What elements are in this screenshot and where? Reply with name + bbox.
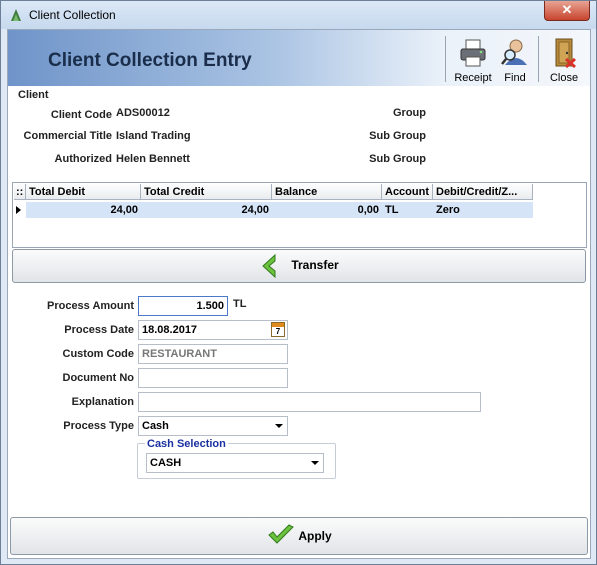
grid-cell-dcz[interactable]: Zero xyxy=(433,202,533,218)
printer-icon xyxy=(460,39,486,67)
find-button[interactable]: Find xyxy=(498,34,532,84)
calendar-icon[interactable]: 7 xyxy=(271,322,285,337)
receipt-button[interactable]: Receipt xyxy=(448,34,498,84)
commercial-title-label: Commercial Title xyxy=(23,130,112,142)
receipt-label: Receipt xyxy=(454,72,492,84)
commercial-title-value: Island Trading xyxy=(116,130,191,142)
exit-door-icon xyxy=(555,38,576,69)
header-banner: Client Collection Entry Receipt Find Clo… xyxy=(8,30,590,86)
process-date-value: 18.08.2017 xyxy=(142,324,198,336)
document-no-label: Document No xyxy=(62,372,135,384)
window-title: Client Collection xyxy=(29,8,116,22)
close-label: Close xyxy=(549,72,579,84)
column-header[interactable]: Total Debit xyxy=(26,184,141,200)
group-label: Group xyxy=(393,107,426,119)
process-date-input[interactable]: 18.08.2017 7 xyxy=(138,320,288,340)
client-collection-window: Client Collection ✕ Client Collection En… xyxy=(0,0,597,565)
column-header[interactable]: Balance xyxy=(272,184,382,200)
row-indicator-icon xyxy=(16,206,21,214)
chevron-down-icon xyxy=(275,424,283,428)
grid-cell-account[interactable]: TL xyxy=(382,202,433,218)
explanation-label: Explanation xyxy=(71,396,134,408)
apply-label: Apply xyxy=(298,529,332,543)
process-type-select[interactable]: Cash xyxy=(138,416,288,436)
sub-group-label: Sub Group xyxy=(369,153,426,165)
custom-code-input[interactable]: RESTAURANT xyxy=(138,344,288,364)
grid-corner: :: xyxy=(14,184,26,200)
transfer-label: Transfer xyxy=(291,258,339,272)
balance-grid[interactable]: :: Total Debit Total Credit Balance Acco… xyxy=(12,182,587,248)
process-type-value: Cash xyxy=(142,420,169,432)
authorized-label: Authorized xyxy=(54,153,112,165)
explanation-input[interactable] xyxy=(138,392,481,412)
toolbar-separator xyxy=(445,36,446,82)
process-date-label: Process Date xyxy=(64,324,134,336)
transfer-arrow-icon xyxy=(262,253,276,279)
document-no-input[interactable] xyxy=(138,368,288,388)
custom-code-label: Custom Code xyxy=(62,348,135,360)
grid-cell-balance[interactable]: 0,00 xyxy=(272,202,382,218)
column-header[interactable]: Total Credit xyxy=(141,184,272,200)
find-user-icon xyxy=(501,39,527,65)
currency-label: TL xyxy=(233,298,247,310)
grid-cell-total-debit[interactable]: 24,00 xyxy=(26,202,141,218)
form-body: Client Collection Entry Receipt Find Clo… xyxy=(7,29,591,559)
cash-selection-select[interactable]: CASH xyxy=(146,453,324,473)
toolbar-separator xyxy=(538,36,539,82)
checkmark-icon xyxy=(268,524,294,544)
authorized-value: Helen Bennett xyxy=(116,153,190,165)
cash-selection-value: CASH xyxy=(150,457,182,469)
client-code-value: ADS00012 xyxy=(116,107,170,119)
chevron-down-icon xyxy=(311,461,319,465)
window-close-button[interactable]: ✕ xyxy=(544,1,590,21)
sub-group-label: Sub Group xyxy=(369,130,426,142)
transfer-button[interactable]: Transfer xyxy=(12,249,586,283)
title-bar: Client Collection ✕ xyxy=(1,1,596,29)
client-section-label: Client xyxy=(18,89,49,101)
column-header[interactable]: Debit/Credit/Z... xyxy=(433,184,533,200)
app-icon xyxy=(11,9,21,21)
apply-button[interactable]: Apply xyxy=(10,517,588,555)
grid-cell-total-credit[interactable]: 24,00 xyxy=(141,202,272,218)
process-amount-input[interactable]: 1.500 xyxy=(138,296,228,316)
column-header[interactable]: Account xyxy=(382,184,433,200)
close-button[interactable]: Close xyxy=(542,34,586,84)
find-label: Find xyxy=(504,72,526,84)
process-amount-label: Process Amount xyxy=(46,300,134,312)
cash-selection-label: Cash Selection xyxy=(145,438,228,450)
client-code-label: Client Code xyxy=(50,109,112,121)
page-title: Client Collection Entry xyxy=(48,50,252,71)
process-type-label: Process Type xyxy=(63,420,134,432)
